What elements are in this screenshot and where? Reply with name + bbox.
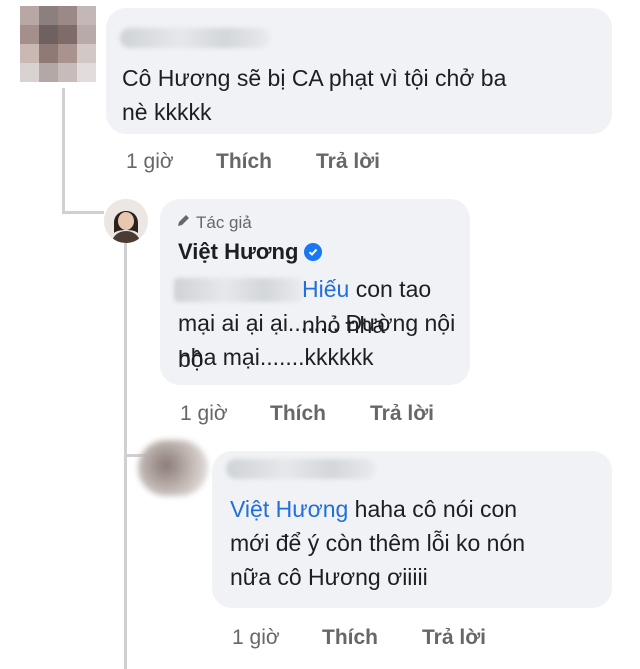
author-badge-label: Tác giả [196, 213, 252, 232]
pen-icon [176, 213, 190, 233]
reply-text-line3: nha mại.......kkkkkk [178, 344, 374, 370]
commenter-avatar[interactable] [20, 6, 96, 82]
reply2-text-line3: nữa cô Hương ơiiiii [230, 564, 428, 590]
mentioned-user-blurred [174, 278, 302, 302]
reply-bubble-2: Việt Hương haha cô nói con mới để ý còn … [212, 451, 612, 608]
reply2-timestamp[interactable]: 1 giờ [232, 626, 280, 650]
thread-line-main [62, 88, 65, 214]
comment-bubble: Cô Hương sẽ bị CA phạt vì tội chở ba nè … [106, 8, 612, 134]
author-avatar[interactable] [104, 199, 148, 243]
author-name-row[interactable]: Việt Hương [178, 239, 323, 265]
mention-link[interactable]: Hiếu [302, 276, 349, 302]
comment-timestamp[interactable]: 1 giờ [126, 150, 174, 174]
comment-text-line1: Cô Hương sẽ bị CA phạt vì tội chở ba [122, 65, 507, 91]
commenter-name[interactable] [120, 28, 270, 48]
comment-like-button[interactable]: Thích [216, 150, 272, 174]
reply-timestamp[interactable]: 1 giờ [180, 402, 228, 426]
reply-bubble-author: Tác giả Việt Hương Hiếu con tao nhỏ nha … [160, 199, 470, 385]
reply2-text-line2: mới để ý còn thêm lỗi ko nón [230, 530, 526, 556]
reply2-like-button[interactable]: Thích [322, 626, 378, 650]
reply-like-button[interactable]: Thích [270, 402, 326, 426]
reply2-reply-button[interactable]: Trả lời [422, 626, 486, 650]
thread-line-branch [62, 211, 104, 214]
author-name[interactable]: Việt Hương [178, 239, 298, 265]
comment-text-line2: nè kkkkk [122, 99, 212, 125]
reply2-commenter-name[interactable] [226, 459, 376, 479]
verified-badge-icon [304, 243, 323, 261]
thread-line-reply [124, 236, 127, 669]
reply2-mention-link[interactable]: Việt Hương [230, 496, 348, 522]
comment-reply-button[interactable]: Trả lời [316, 150, 380, 174]
reply2-avatar[interactable] [138, 440, 208, 496]
author-badge: Tác giả [176, 213, 252, 233]
reply-reply-button[interactable]: Trả lời [370, 402, 434, 426]
reply2-text-line1: Việt Hương haha cô nói con [230, 496, 518, 522]
